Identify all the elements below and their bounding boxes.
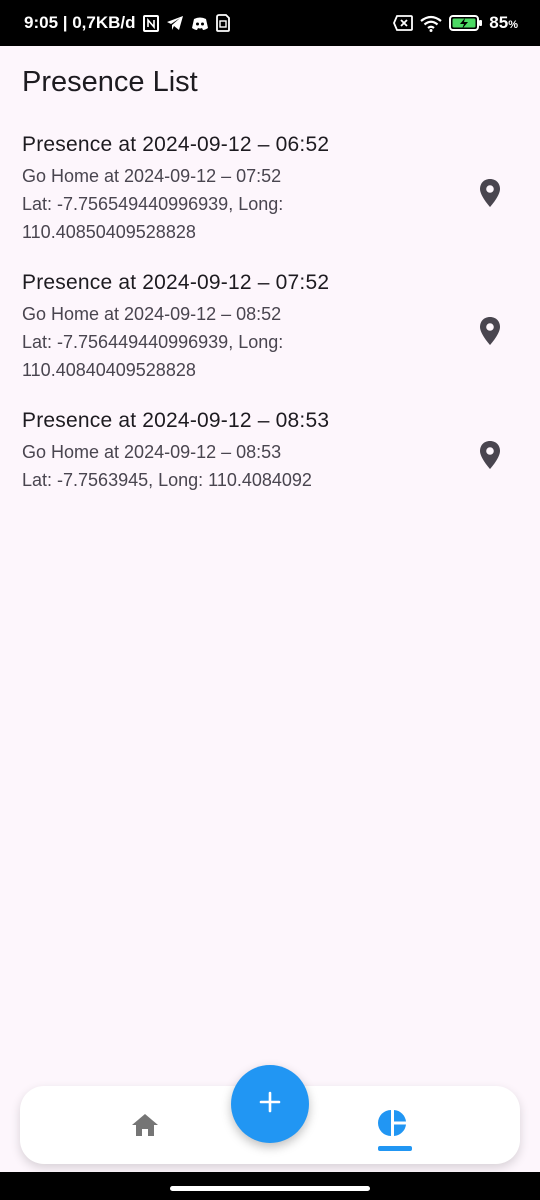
pie-chart-icon[interactable] [378,1108,408,1138]
coordinates-line: Lat: -7.7563945, Long: 110.4084092 [22,470,312,490]
status-bar-right: 85% [393,13,518,33]
status-time-speed: 9:05 | 0,7KB/d [24,13,136,32]
presence-title: Presence at 2024-09-12 – 07:52 [22,271,330,294]
home-icon[interactable] [130,1110,160,1140]
selected-tab-indicator [378,1146,412,1151]
battery-percentage: 85% [489,13,518,32]
location-pin-icon[interactable] [478,178,502,208]
go-home-time: Go Home at 2024-09-12 – 08:52 [22,304,282,324]
coordinates-line: Lat: -7.756549440996939, Long: [22,194,284,214]
presence-list-item[interactable]: Presence at 2024-09-12 – 06:52 Go Home a… [0,130,540,268]
nfc-icon [142,14,159,32]
system-gesture-area [0,1172,540,1200]
page-title: Presence List [22,66,198,98]
coordinates-line: Lat: -7.756449440996939, Long: [22,332,284,352]
plus-icon [259,1091,281,1118]
status-bar: 9:05 | 0,7KB/d 85% [0,0,540,46]
sim-blocked-icon [393,15,414,31]
coordinates-line: 110.40840409528828 [22,360,196,380]
add-presence-button[interactable] [231,1065,309,1143]
wifi-icon [419,15,443,32]
home-gesture-handle[interactable] [170,1186,370,1191]
presence-list: Presence at 2024-09-12 – 06:52 Go Home a… [0,130,540,516]
status-bar-left: 9:05 | 0,7KB/d [24,13,230,33]
go-home-time: Go Home at 2024-09-12 – 07:52 [22,166,282,186]
discord-icon [191,16,209,31]
presence-subtitle: Go Home at 2024-09-12 – 08:53 Lat: -7.75… [22,438,422,494]
presence-title: Presence at 2024-09-12 – 08:53 [22,409,330,432]
go-home-time: Go Home at 2024-09-12 – 08:53 [22,442,282,462]
presence-title: Presence at 2024-09-12 – 06:52 [22,133,330,156]
sim-icon [215,14,230,32]
location-pin-icon[interactable] [478,316,502,346]
battery-charging-icon [449,14,483,32]
presence-list-item[interactable]: Presence at 2024-09-12 – 08:53 Go Home a… [0,406,540,516]
presence-subtitle: Go Home at 2024-09-12 – 07:52 Lat: -7.75… [22,162,352,246]
telegram-icon [166,15,184,31]
presence-subtitle: Go Home at 2024-09-12 – 08:52 Lat: -7.75… [22,300,352,384]
coordinates-line: 110.40850409528828 [22,222,196,242]
location-pin-icon[interactable] [478,440,502,470]
presence-list-item[interactable]: Presence at 2024-09-12 – 07:52 Go Home a… [0,268,540,406]
